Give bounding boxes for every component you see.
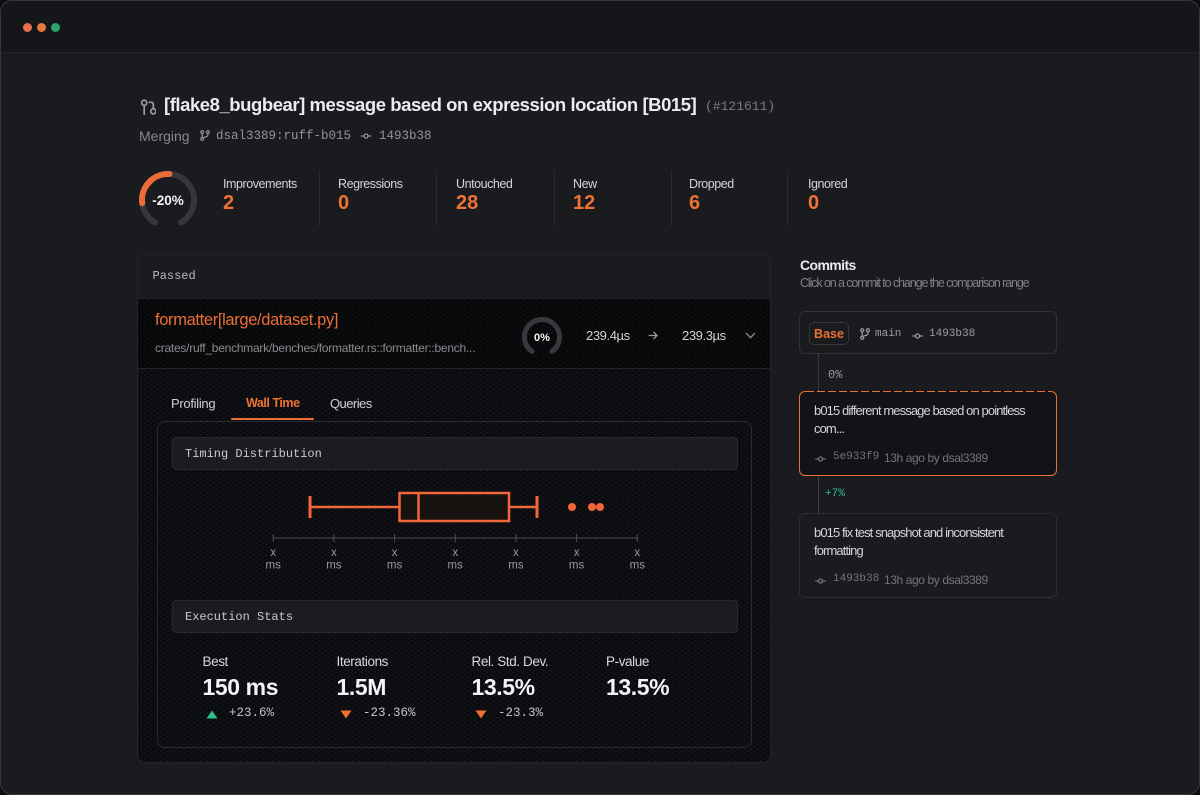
svg-text:ms: ms [448,560,464,572]
svg-text:ms: ms [326,560,342,572]
svg-text:x: x [452,547,458,559]
svg-text:x: x [331,547,337,559]
svg-text:ms: ms [630,560,646,572]
svg-text:x: x [513,547,519,559]
svg-text:ms: ms [266,560,282,572]
svg-text:-20%: -20% [152,193,184,208]
svg-text:ms: ms [569,560,585,572]
svg-text:ms: ms [508,560,524,572]
svg-text:ms: ms [387,560,403,572]
svg-text:x: x [574,547,580,559]
svg-text:x: x [392,547,398,559]
svg-text:x: x [270,547,276,559]
svg-text:0%: 0% [534,332,550,344]
svg-text:x: x [634,547,640,559]
